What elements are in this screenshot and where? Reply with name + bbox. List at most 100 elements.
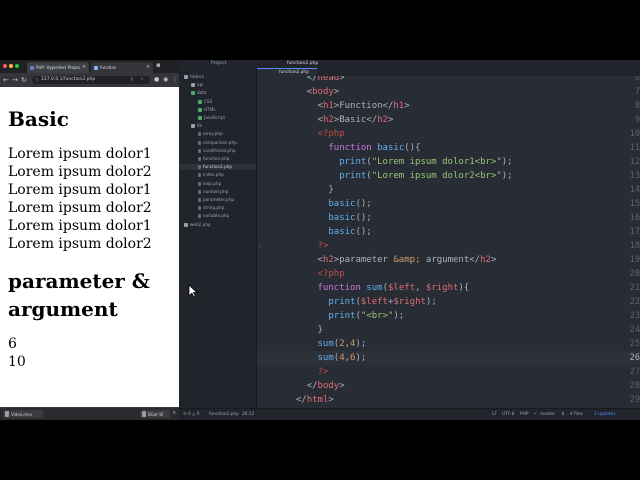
- tree-item-index-php[interactable]: index.php: [179, 172, 256, 178]
- tree-item-array-php[interactable]: array.php: [179, 131, 256, 137]
- code-line[interactable]: basic();: [285, 197, 371, 211]
- line-number[interactable]: 13: [614, 169, 640, 183]
- line-number[interactable]: 23: [614, 309, 640, 323]
- line-number[interactable]: 15: [614, 197, 640, 211]
- line-number[interactable]: 6: [614, 76, 640, 85]
- tree-item-conditional-php[interactable]: conditional.php: [179, 148, 256, 154]
- code-line[interactable]: }: [285, 183, 333, 197]
- tree-item-comparison-php[interactable]: comparison.php: [179, 140, 256, 146]
- tree-item-html[interactable]: HTML: [179, 107, 256, 113]
- code-line[interactable]: }: [285, 323, 323, 337]
- reload-icon[interactable]: ↻: [21, 75, 27, 85]
- status-line-ending[interactable]: LF: [492, 412, 497, 418]
- download-item[interactable]: BGet W: [140, 410, 170, 418]
- minimize-window-button[interactable]: [9, 64, 13, 68]
- line-number[interactable]: 12: [614, 155, 640, 169]
- line-number[interactable]: 10: [614, 127, 640, 141]
- line-number[interactable]: 16: [614, 211, 640, 225]
- tree-item-data[interactable]: data: [179, 90, 256, 96]
- fold-arrow-icon[interactable]: ‹: [259, 243, 261, 250]
- line-number[interactable]: 24: [614, 323, 640, 337]
- tree-item-parameter-php[interactable]: parameter.php: [179, 197, 256, 203]
- extension-icon[interactable]: ●: [154, 75, 159, 85]
- code-line[interactable]: print("Lorem ipsum dolor2<br>");: [285, 169, 512, 183]
- download-item[interactable]: Video.mov: [3, 410, 43, 418]
- status-branch[interactable]: master: [540, 412, 555, 418]
- line-number[interactable]: 9: [614, 113, 640, 127]
- tree-item-lib[interactable]: lib: [179, 123, 256, 129]
- tab-function2[interactable]: function2.php: [257, 68, 317, 76]
- browser-tab-function[interactable]: function ×: [91, 62, 153, 73]
- tree-item-function2-php[interactable]: function2.php: [179, 164, 256, 171]
- line-number[interactable]: 28: [614, 379, 640, 393]
- address-bar[interactable]: ⓘ 127.0.0.1/function2.php ⚷ ☆: [32, 76, 150, 84]
- code-line[interactable]: ?>: [285, 365, 329, 379]
- close-tab-icon[interactable]: ×: [146, 65, 150, 70]
- back-arrow-icon[interactable]: ←: [3, 75, 9, 85]
- code-line[interactable]: print($left+$right);: [285, 295, 436, 309]
- tree-item-api[interactable]: api: [179, 82, 256, 88]
- code-line[interactable]: print("Lorem ipsum dolor1<br>");: [285, 155, 512, 169]
- line-number[interactable]: 18: [614, 239, 640, 253]
- close-shelf-icon[interactable]: ×: [172, 410, 176, 416]
- code-line[interactable]: <h2>parameter &amp; argument</h2>: [285, 253, 497, 267]
- tree-item-web2-php[interactable]: web2.php: [179, 222, 256, 228]
- line-number[interactable]: 22: [614, 295, 640, 309]
- tree-item-string-php[interactable]: string.php: [179, 205, 256, 211]
- line-number[interactable]: 11: [614, 141, 640, 155]
- diagnostics-icon[interactable]: ⊘ 0 △ 0: [183, 412, 199, 418]
- code-line[interactable]: <?php: [285, 267, 345, 281]
- close-window-button[interactable]: [3, 64, 7, 68]
- new-tab-icon[interactable]: ▪: [156, 62, 161, 69]
- line-number[interactable]: 26: [614, 351, 640, 365]
- tree-item-function-php[interactable]: function.php: [179, 156, 256, 162]
- code-editor[interactable]: 6 </head> 7 <body> 8 <h1>Function</h1> 9 <h…: [257, 76, 640, 408]
- code-line[interactable]: </head>: [285, 76, 345, 85]
- code-line[interactable]: function basic(){: [285, 141, 420, 155]
- line-number[interactable]: 21: [614, 281, 640, 295]
- sync-icon[interactable]: ⇅: [561, 412, 565, 418]
- status-files[interactable]: 4 files: [570, 412, 583, 418]
- code-line[interactable]: </html>: [285, 393, 334, 407]
- code-line[interactable]: <h1>Function</h1>: [285, 99, 410, 113]
- tree-item-javascript[interactable]: JavaScript: [179, 115, 256, 121]
- line-number[interactable]: 25: [614, 337, 640, 351]
- line-number[interactable]: 14: [614, 183, 640, 197]
- code-line[interactable]: <?php: [285, 127, 345, 141]
- code-line[interactable]: <body>: [285, 85, 340, 99]
- status-updates[interactable]: 2 updates: [594, 412, 615, 418]
- tree-item-variable-php[interactable]: variable.php: [179, 213, 256, 219]
- status-grammar[interactable]: PHP: [520, 412, 528, 418]
- code-line[interactable]: sum(2,4);: [285, 337, 367, 351]
- line-number[interactable]: 19: [614, 253, 640, 267]
- browser-tab-php-manual[interactable]: PHP: Hypertext Prepro ×: [27, 62, 89, 73]
- line-number[interactable]: 8: [614, 99, 640, 113]
- key-icon[interactable]: ⚷: [130, 77, 133, 82]
- code-line[interactable]: print("<br>");: [285, 309, 404, 323]
- line-number[interactable]: 20: [614, 267, 640, 281]
- code-line[interactable]: </body>: [285, 379, 345, 393]
- menu-dots-icon[interactable]: ⋮: [172, 75, 178, 85]
- maximize-window-button[interactable]: [15, 64, 19, 68]
- status-position[interactable]: 26:12: [242, 412, 254, 418]
- line-number[interactable]: 27: [614, 365, 640, 379]
- tree-item-htdocs[interactable]: htdocs: [179, 74, 256, 80]
- status-encoding[interactable]: UTF-8: [502, 412, 515, 418]
- line-number[interactable]: 29: [614, 393, 640, 407]
- tree-item-number-php[interactable]: number.php: [179, 189, 256, 195]
- line-number[interactable]: 17: [614, 225, 640, 239]
- tree-item-loop-php[interactable]: loop.php: [179, 181, 256, 187]
- tree-item-css[interactable]: CSS: [179, 99, 256, 105]
- status-file[interactable]: function2.php: [209, 412, 239, 418]
- forward-arrow-icon[interactable]: →: [12, 75, 18, 85]
- code-line[interactable]: sum(4,6);: [285, 351, 367, 365]
- code-line[interactable]: <h2>Basic</h2>: [285, 113, 394, 127]
- code-line[interactable]: function sum($left, $right){: [285, 281, 470, 295]
- code-line[interactable]: ?>: [285, 239, 329, 253]
- code-line[interactable]: basic();: [285, 225, 371, 239]
- bookmark-star-icon[interactable]: ☆: [140, 77, 144, 82]
- profile-icon[interactable]: ◉: [163, 75, 168, 85]
- close-tab-icon[interactable]: ×: [82, 65, 86, 70]
- code-line[interactable]: basic();: [285, 211, 371, 225]
- line-number[interactable]: 7: [614, 85, 640, 99]
